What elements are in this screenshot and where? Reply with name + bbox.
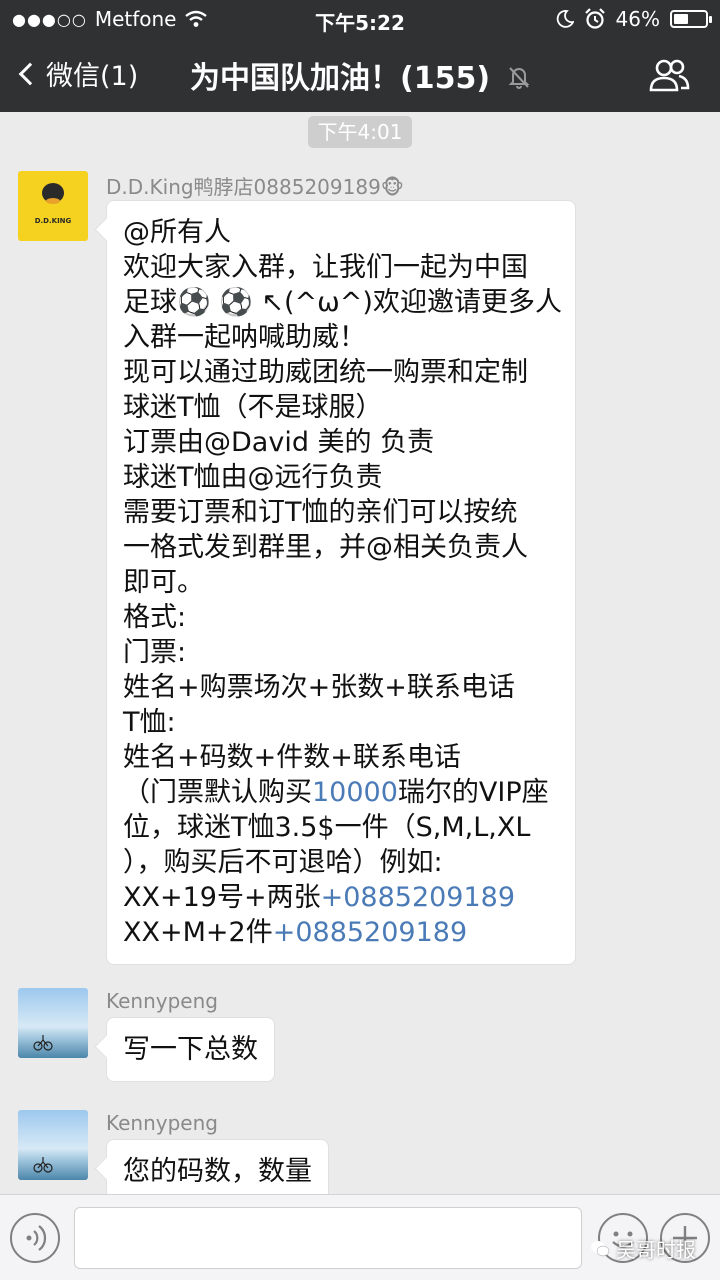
message-bubble[interactable]: 您的码数，数量 xyxy=(106,1139,329,1194)
message-line: 足球⚽ ⚽ ↖(^ω^)欢迎邀请更多人 xyxy=(123,287,562,318)
status-bar: ●●●○○ Metfone 下午5:22 46% xyxy=(0,0,720,38)
message-line: 入群一起呐喊助威！ xyxy=(123,322,366,353)
back-label: 微信(1) xyxy=(46,61,139,92)
message-line: 位，球迷T恤3.5$一件（S,M,L,XL xyxy=(123,812,531,843)
message-line: @所有人 xyxy=(123,217,231,248)
back-button[interactable]: 微信(1) xyxy=(18,54,139,93)
avatar[interactable]: D.D.KING xyxy=(18,171,88,241)
nav-bar: 微信(1) 为中国队加油！(155) xyxy=(0,40,720,112)
line-text: XX+19号+两张 xyxy=(123,882,321,913)
line-text: XX+M+2件 xyxy=(123,917,273,948)
battery-level xyxy=(674,14,688,24)
phone-link[interactable]: +0885209189 xyxy=(321,882,515,913)
group-members-icon[interactable] xyxy=(648,58,690,92)
battery-percent: 46% xyxy=(615,7,660,31)
chat-title: 为中国队加油！(155) xyxy=(190,61,491,96)
top-bar: ●●●○○ Metfone 下午5:22 46% 微信(1) 为中国队加油！(1… xyxy=(0,0,720,112)
alarm-icon xyxy=(584,8,605,29)
message-line: 球迷T恤由@远行负责 xyxy=(123,462,383,493)
message-line: 姓名+购票场次+张数+联系电话 xyxy=(123,672,515,703)
wechat-logo-icon xyxy=(591,1240,610,1256)
sender-name: Kennypeng xyxy=(106,1111,218,1135)
phone-link[interactable]: +0885209189 xyxy=(273,917,467,948)
message-input[interactable] xyxy=(74,1207,582,1269)
message-line: （门票默认购买10000瑞尔的VIP座 xyxy=(123,775,559,810)
battery-icon xyxy=(670,10,712,28)
message-bubble[interactable]: @所有人 欢迎大家入群，让我们一起为中国 足球⚽ ⚽ ↖(^ω^)欢迎邀请更多人… xyxy=(106,200,576,965)
avatar[interactable] xyxy=(18,988,88,1058)
moon-icon xyxy=(556,10,574,28)
message-line: 写一下总数 xyxy=(123,1034,258,1065)
timestamp-pill: 下午4:01 xyxy=(308,116,412,148)
avatar[interactable] xyxy=(18,1110,88,1180)
message-bubble[interactable]: 写一下总数 xyxy=(106,1017,275,1082)
message-line: ），购买后不可退哈）例如: xyxy=(123,847,443,878)
bicycle-photo-icon xyxy=(33,1157,53,1173)
message-line: 即可。 xyxy=(123,567,204,598)
voice-button[interactable] xyxy=(10,1213,60,1263)
message-line: 格式: xyxy=(123,602,187,633)
chat-area[interactable]: 下午4:01 D.D.KING D.D.King鸭脖店0885209189🐵 @… xyxy=(0,112,720,1194)
message-line: 姓名+码数+件数+联系电话 xyxy=(123,742,461,773)
message-line: 球迷T恤（不是球服） xyxy=(123,392,383,423)
sender-name: Kennypeng xyxy=(106,989,218,1013)
message-line: 订票由@David 美的 负责 xyxy=(123,427,435,458)
voice-icon xyxy=(26,1225,47,1251)
sender-name: D.D.King鸭脖店0885209189🐵 xyxy=(106,175,404,199)
message-line: XX+M+2件+0885209189 xyxy=(123,915,559,950)
line-text: （门票默认购买 xyxy=(123,777,312,808)
back-chevron-icon xyxy=(18,62,42,85)
watermark-text: 吴哥时报 xyxy=(616,1238,696,1262)
message-line: XX+19号+两张+0885209189 xyxy=(123,880,559,915)
number-link[interactable]: 10000 xyxy=(312,777,398,808)
message-line: 门票: xyxy=(123,637,187,668)
line-text: 瑞尔的VIP座 xyxy=(397,777,549,808)
mute-bell-icon xyxy=(508,67,530,89)
message-line: 一格式发到群里，并@相关负责人 xyxy=(123,532,528,563)
message-line: 需要订票和订T恤的亲们可以按统 xyxy=(123,497,518,528)
message-line: T恤: xyxy=(123,707,176,738)
watermark: 吴哥时报 xyxy=(590,1234,696,1263)
duck-logo-icon: D.D.KING xyxy=(35,183,72,225)
message-line: 欢迎大家入群，让我们一起为中国 xyxy=(123,252,528,283)
message-line: 现可以通过助威团统一购票和定制 xyxy=(123,357,528,388)
avatar-brand-text: D.D.KING xyxy=(35,217,72,225)
message-line: 您的码数，数量 xyxy=(123,1156,312,1187)
bicycle-photo-icon xyxy=(33,1035,53,1051)
